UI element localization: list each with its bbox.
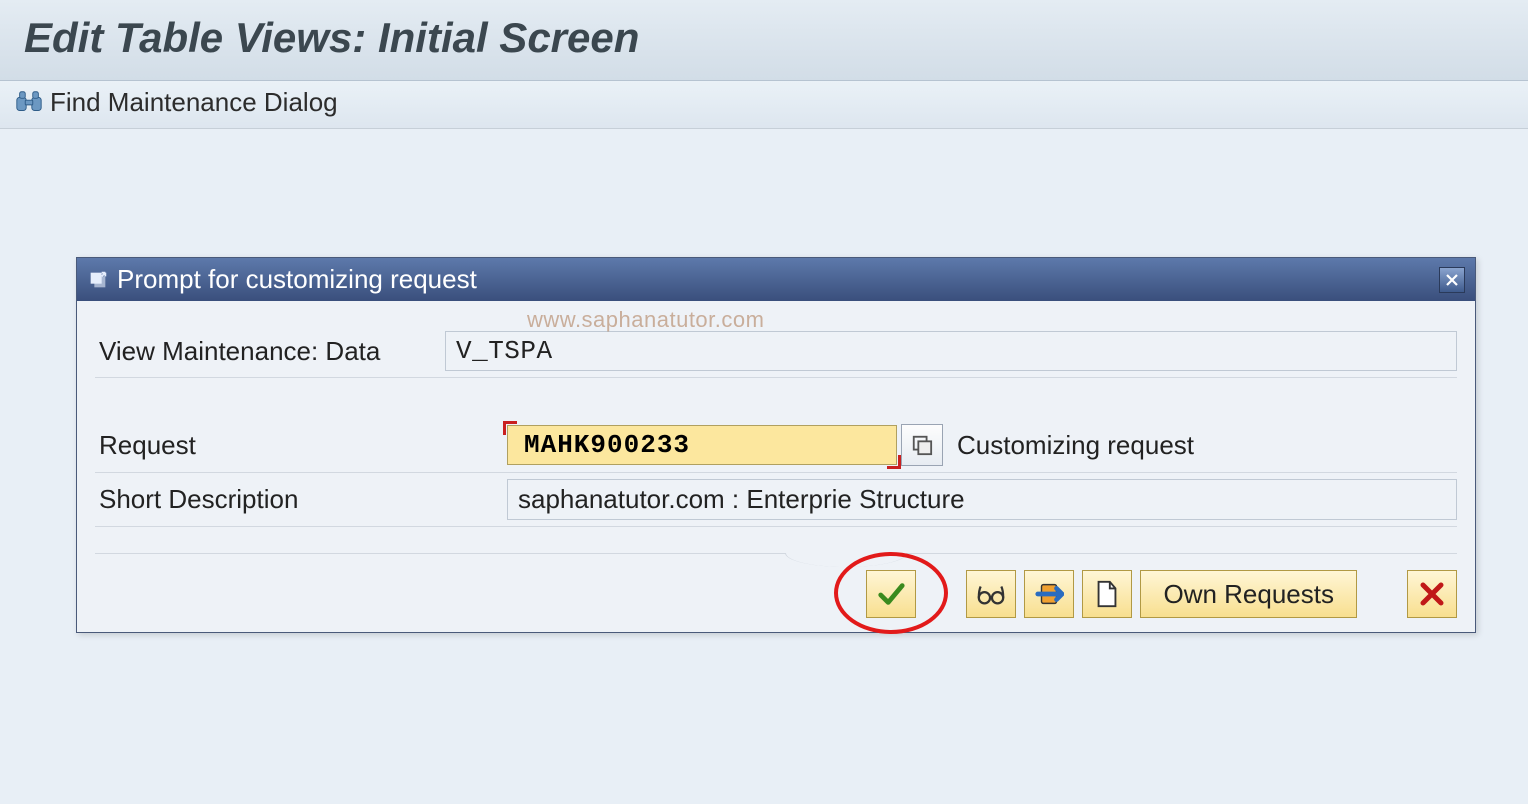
cancel-icon (1419, 581, 1445, 607)
view-maintenance-value: V_TSPA (445, 331, 1457, 371)
page-title: Edit Table Views: Initial Screen (24, 14, 1504, 62)
app-toolbar: Find Maintenance Dialog (0, 81, 1528, 129)
close-icon (1445, 273, 1459, 287)
short-description-label: Short Description (95, 484, 507, 515)
dialog-header: Prompt for customizing request (77, 258, 1475, 301)
view-maintenance-label: View Maintenance: Data (95, 336, 445, 367)
own-requests-button[interactable]: Own Requests (1140, 570, 1357, 618)
find-maintenance-dialog-button[interactable]: Find Maintenance Dialog (50, 87, 338, 118)
binoculars-icon[interactable] (14, 88, 44, 118)
value-help-icon (911, 434, 933, 456)
request-type-text: Customizing request (957, 430, 1194, 461)
work-area: Prompt for customizing request www.sapha… (0, 129, 1528, 743)
create-request-button[interactable] (1024, 570, 1074, 618)
glasses-icon (976, 579, 1006, 609)
dialog-body: www.saphanatutor.com View Maintenance: D… (77, 301, 1475, 632)
request-f4-help-button[interactable] (901, 424, 943, 466)
request-label: Request (95, 430, 507, 461)
dialog-button-bar: Own Requests (95, 553, 1457, 618)
request-row: Request Customizing request (95, 418, 1457, 473)
customizing-request-dialog: Prompt for customizing request www.sapha… (76, 257, 1476, 633)
check-icon (876, 579, 906, 609)
short-description-value: saphanatutor.com : Enterprie Structure (507, 479, 1457, 520)
dialog-close-button[interactable] (1439, 267, 1465, 293)
view-maintenance-row: View Maintenance: Data V_TSPA (95, 325, 1457, 378)
request-input[interactable] (507, 425, 897, 465)
cancel-button[interactable] (1407, 570, 1457, 618)
short-description-row: Short Description saphanatutor.com : Ent… (95, 473, 1457, 527)
transport-icon (1034, 579, 1064, 609)
display-button[interactable] (966, 570, 1016, 618)
document-icon (1093, 579, 1121, 609)
continue-button[interactable] (866, 570, 916, 618)
dialog-title: Prompt for customizing request (117, 264, 1431, 295)
title-bar: Edit Table Views: Initial Screen (0, 0, 1528, 81)
new-button[interactable] (1082, 570, 1132, 618)
dialog-icon (87, 269, 109, 291)
